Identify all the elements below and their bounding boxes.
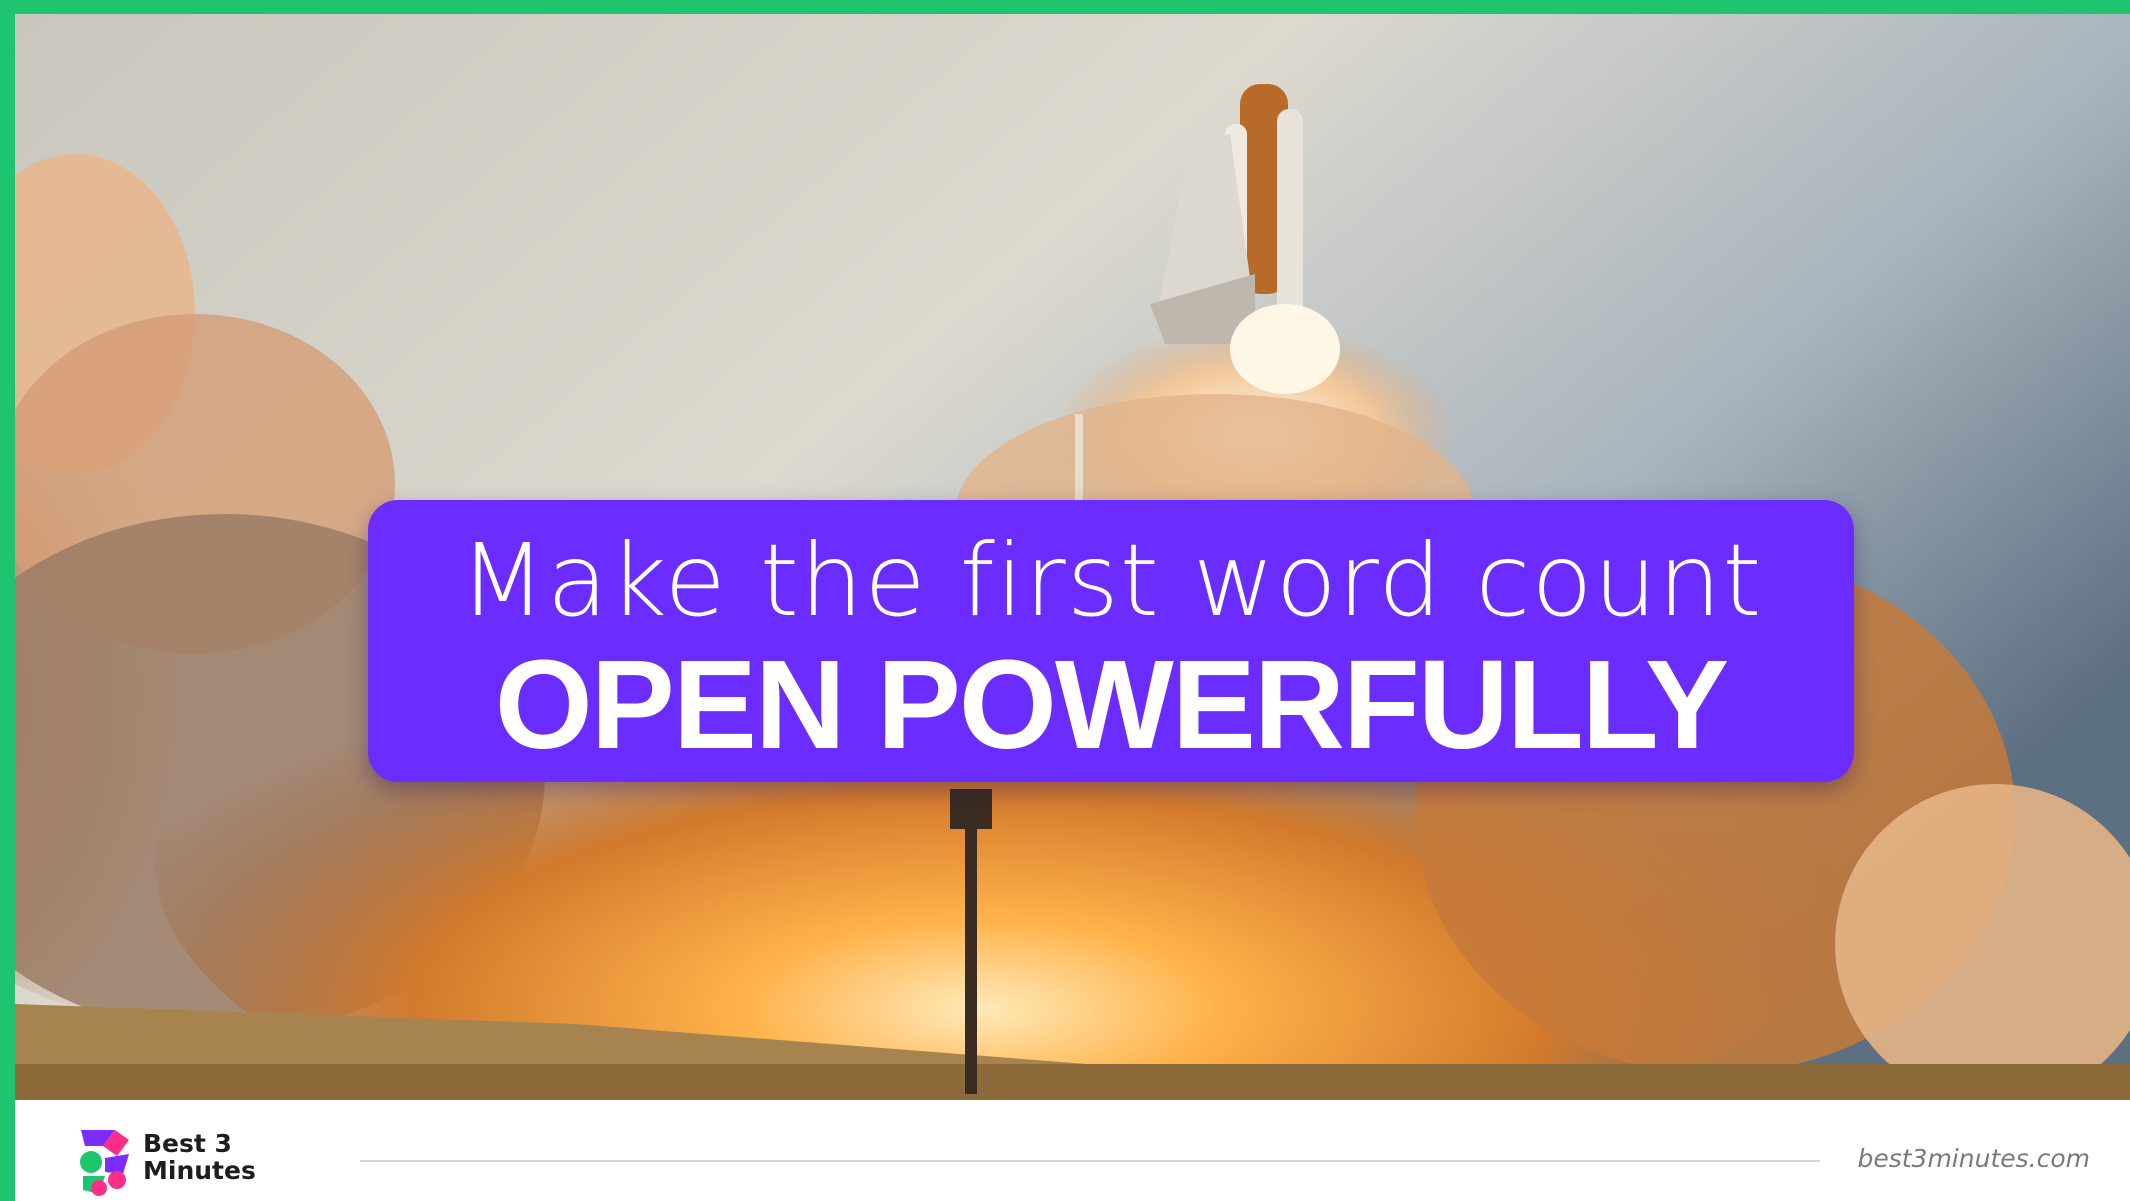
brand-name: Best 3 Minutes	[143, 1130, 256, 1184]
slide-footer: Best 3 Minutes best3minutes.com	[15, 1100, 2130, 1201]
best3minutes-logo-icon	[80, 1130, 129, 1196]
website-link[interactable]: best3minutes.com	[1857, 1144, 2090, 1173]
slide-subtitle: Make the first word count	[459, 522, 1763, 639]
title-banner: Make the first word count OPEN POWERFULL…	[368, 500, 1854, 782]
brand-line-1: Best 3	[143, 1129, 232, 1158]
brand-line-2: Minutes	[143, 1156, 256, 1185]
green-frame-left	[0, 0, 15, 1201]
slide-title: OPEN POWERFULLY	[494, 634, 1729, 775]
green-frame-top	[0, 0, 2130, 14]
footer-divider	[360, 1160, 1820, 1162]
